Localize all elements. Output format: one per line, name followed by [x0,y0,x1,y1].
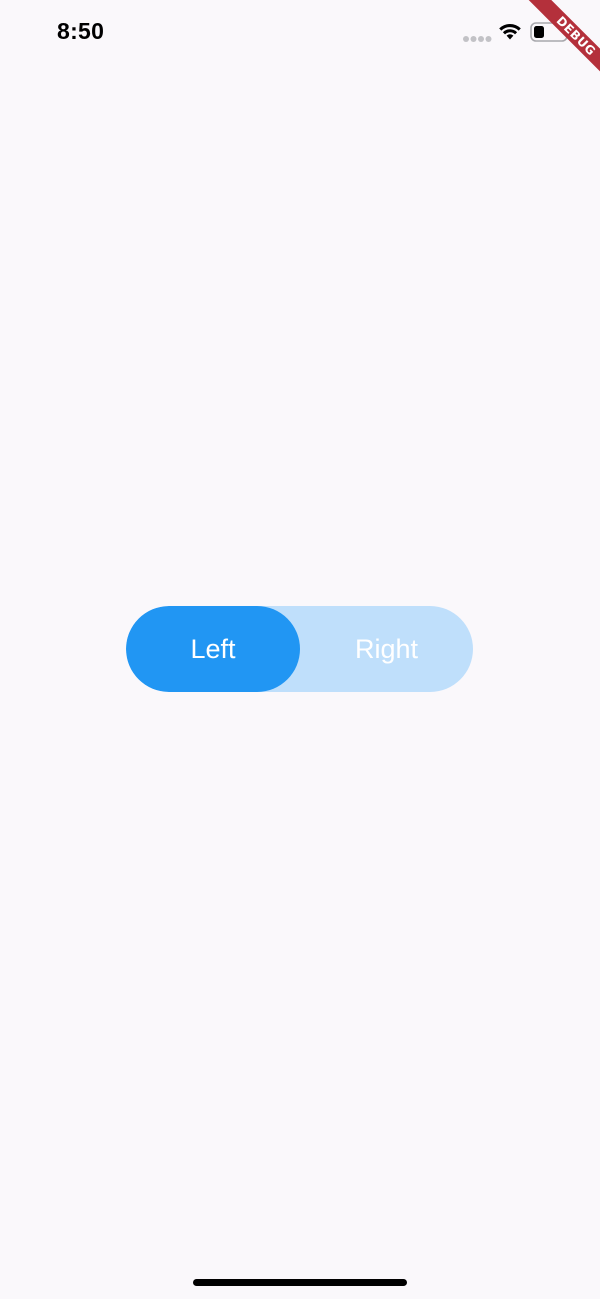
signal-dots-icon [463,36,492,42]
wifi-icon [499,24,521,40]
status-bar: 8:50 [0,0,600,70]
status-time: 8:50 [57,18,105,44]
left-right-toggle: Left Right [126,606,473,692]
battery-icon [530,22,572,42]
home-indicator [193,1279,407,1286]
toggle-option-right-label: Right [354,633,419,664]
toggle-option-left-label: Left [190,633,236,664]
toggle-option-left[interactable]: Left [126,606,300,692]
toggle-option-right[interactable]: Right [300,606,473,692]
